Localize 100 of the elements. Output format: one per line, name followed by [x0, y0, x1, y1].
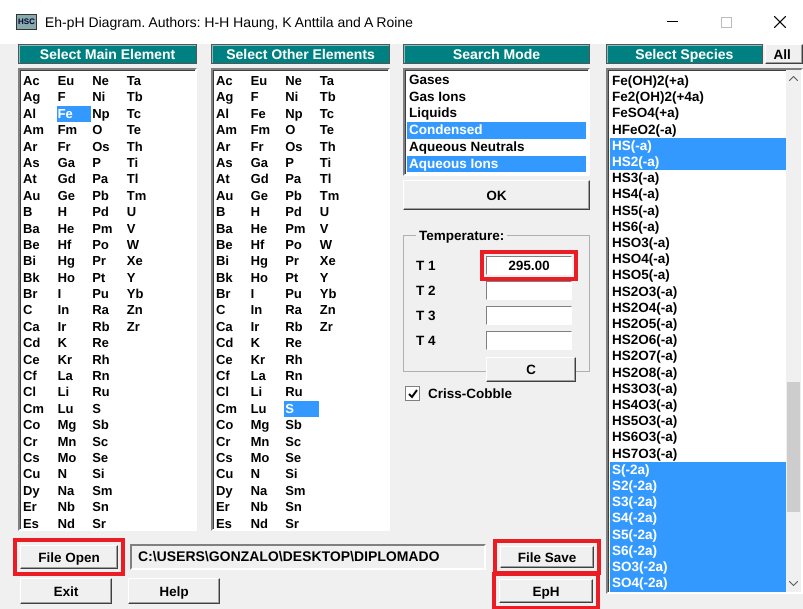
exit-button[interactable]: Exit — [20, 578, 112, 604]
list-item[interactable]: Ba — [215, 220, 250, 237]
list-item[interactable]: Cs — [22, 450, 57, 466]
list-item[interactable]: W — [126, 236, 160, 254]
list-item[interactable]: Po — [284, 236, 319, 254]
list-item[interactable]: Br — [215, 286, 250, 302]
list-item[interactable]: Ga — [56, 154, 92, 172]
list-item[interactable]: Te — [126, 122, 160, 139]
list-item[interactable]: Ar — [215, 138, 250, 155]
eph-button[interactable]: EpH — [499, 579, 593, 603]
list-item[interactable]: Pm — [91, 220, 126, 237]
list-item[interactable]: F — [56, 89, 92, 106]
list-item[interactable]: HSO3(-a) — [610, 235, 786, 252]
list-item[interactable]: Ca — [22, 318, 57, 336]
list-item[interactable]: Sn — [284, 499, 319, 516]
list-item[interactable]: Ag — [22, 89, 57, 106]
list-item[interactable]: Sr — [284, 516, 319, 532]
list-item[interactable]: Cm — [22, 400, 57, 418]
list-item[interactable]: At — [215, 171, 250, 188]
list-item[interactable]: Fe2(OH)2(+4a) — [610, 89, 786, 106]
list-item[interactable]: U — [126, 204, 160, 221]
minimize-icon[interactable] — [666, 21, 678, 23]
list-item[interactable]: HS2O8(-a) — [610, 364, 786, 381]
list-item[interactable]: Mg — [250, 417, 284, 434]
list-item[interactable]: Rh — [284, 352, 319, 368]
list-item[interactable]: Tl — [126, 171, 160, 188]
list-item[interactable]: Pd — [91, 204, 126, 221]
list-item[interactable]: Pb — [284, 188, 319, 204]
list-item[interactable]: F — [250, 89, 284, 106]
list-item[interactable]: Cd — [22, 335, 57, 352]
list-item[interactable]: Er — [215, 499, 250, 516]
list-item[interactable]: Dy — [215, 482, 250, 500]
list-item[interactable]: S — [91, 400, 126, 418]
list-item[interactable]: La — [250, 368, 284, 384]
list-item[interactable]: Pu — [91, 286, 126, 302]
list-item[interactable]: Lu — [56, 400, 92, 418]
list-item[interactable]: Cf — [215, 368, 250, 384]
list-item[interactable]: Se — [284, 450, 319, 466]
temperature-field[interactable] — [486, 306, 572, 325]
list-item[interactable]: Kr — [250, 352, 284, 368]
list-item[interactable]: Pt — [284, 270, 319, 286]
list-item[interactable]: B — [215, 204, 250, 221]
list-item[interactable]: Bk — [215, 270, 250, 286]
list-item[interactable]: HS2O3(-a) — [610, 284, 786, 300]
list-item[interactable]: He — [56, 220, 92, 237]
list-item[interactable]: Be — [215, 236, 250, 254]
list-item[interactable]: Os — [284, 138, 319, 155]
list-item[interactable]: Cd — [215, 335, 250, 352]
list-item[interactable]: Th — [126, 138, 160, 155]
list-item[interactable]: Cr — [22, 434, 57, 450]
list-item[interactable]: Ir — [56, 318, 92, 336]
list-item[interactable]: Mo — [56, 450, 92, 466]
list-item[interactable]: Am — [22, 122, 57, 139]
list-item[interactable]: Si — [91, 466, 126, 483]
list-item[interactable]: HFeO2(-a) — [610, 122, 786, 138]
list-item[interactable]: I — [56, 286, 92, 302]
list-item[interactable]: Li — [56, 384, 92, 401]
list-item[interactable]: Lu — [250, 400, 284, 418]
list-item[interactable]: Ge — [250, 188, 284, 204]
list-item[interactable]: Na — [250, 482, 284, 500]
list-item[interactable]: Pr — [284, 253, 319, 270]
list-item[interactable]: Yb — [318, 286, 354, 302]
list-item[interactable]: Sb — [91, 417, 126, 434]
list-item[interactable]: Sm — [284, 482, 319, 500]
list-item[interactable]: Au — [22, 188, 57, 204]
list-item[interactable]: Pd — [284, 204, 319, 221]
scroll-down-icon[interactable] — [789, 580, 798, 586]
list-item[interactable]: Cu — [215, 466, 250, 483]
list-item[interactable]: Hf — [250, 236, 284, 254]
list-item[interactable]: Nd — [250, 516, 284, 532]
list-item[interactable]: Cf — [22, 368, 57, 384]
list-item[interactable]: Nb — [56, 499, 92, 516]
list-item[interactable]: Os — [91, 138, 126, 155]
list-item[interactable]: Cm — [215, 400, 250, 418]
list-item[interactable]: Ta — [126, 73, 160, 90]
list-item[interactable]: Al — [22, 106, 57, 122]
list-item[interactable]: As — [22, 154, 57, 172]
list-item[interactable]: Ce — [215, 352, 250, 368]
scrollbar[interactable] — [786, 70, 801, 592]
list-item[interactable]: At — [22, 171, 57, 188]
list-item[interactable]: Sb — [284, 417, 319, 434]
list-item[interactable]: Y — [318, 270, 354, 286]
list-item[interactable]: Tm — [126, 188, 160, 204]
list-item[interactable]: Eu — [250, 73, 284, 90]
list-item[interactable]: HS6O3(-a) — [610, 429, 786, 446]
list-item[interactable]: P — [91, 154, 126, 172]
list-item[interactable]: Ce — [22, 352, 57, 368]
list-item[interactable]: V — [318, 220, 354, 237]
list-item[interactable]: Po — [91, 236, 126, 254]
list-item[interactable]: Ge — [56, 188, 92, 204]
list-item[interactable]: Liquids — [407, 105, 586, 122]
list-item[interactable]: Ag — [215, 89, 250, 106]
element-list[interactable] — [211, 68, 390, 531]
list-item[interactable]: W — [318, 236, 354, 254]
close-icon[interactable] — [774, 16, 786, 28]
list-item[interactable]: Xe — [318, 253, 354, 270]
list-item[interactable]: Ru — [91, 384, 126, 401]
list-item[interactable]: Pb — [91, 188, 126, 204]
list-item[interactable]: Se — [91, 450, 126, 466]
list-item[interactable]: Co — [215, 417, 250, 434]
